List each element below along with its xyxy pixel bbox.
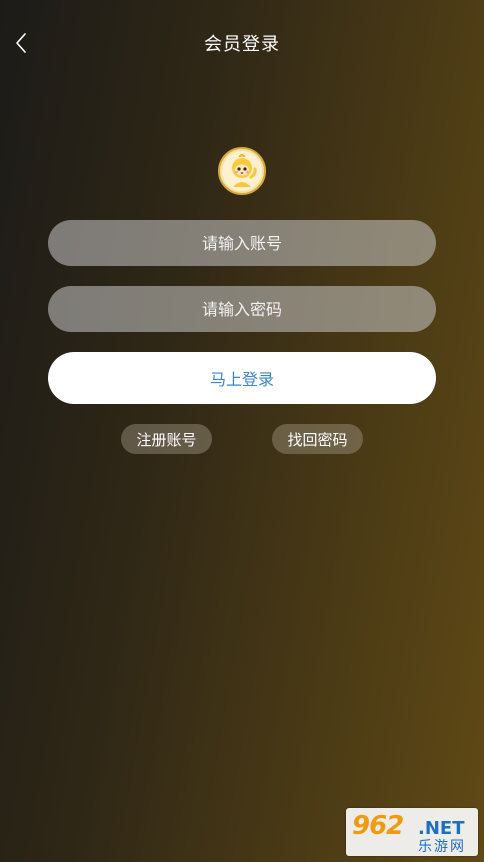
- watermark-name: 乐游网: [418, 839, 466, 855]
- account-input[interactable]: [48, 219, 436, 267]
- register-button[interactable]: 注册账号: [121, 424, 212, 454]
- password-input[interactable]: [48, 285, 436, 333]
- page-title: 会员登录: [204, 34, 280, 55]
- mascot-avatar-icon: [218, 147, 266, 195]
- login-screen: 会员登录 马上登录 注册账号 找回密码 9: [0, 0, 484, 862]
- avatar: [218, 147, 266, 195]
- watermark-logo: 962 .NET 乐游网: [346, 808, 478, 856]
- account-field[interactable]: [48, 219, 436, 267]
- header-bar: 会员登录: [0, 0, 484, 84]
- forgot-password-button[interactable]: 找回密码: [272, 424, 363, 454]
- watermark-number: 962: [352, 811, 404, 841]
- password-field[interactable]: [48, 285, 436, 333]
- login-button[interactable]: 马上登录: [48, 352, 436, 404]
